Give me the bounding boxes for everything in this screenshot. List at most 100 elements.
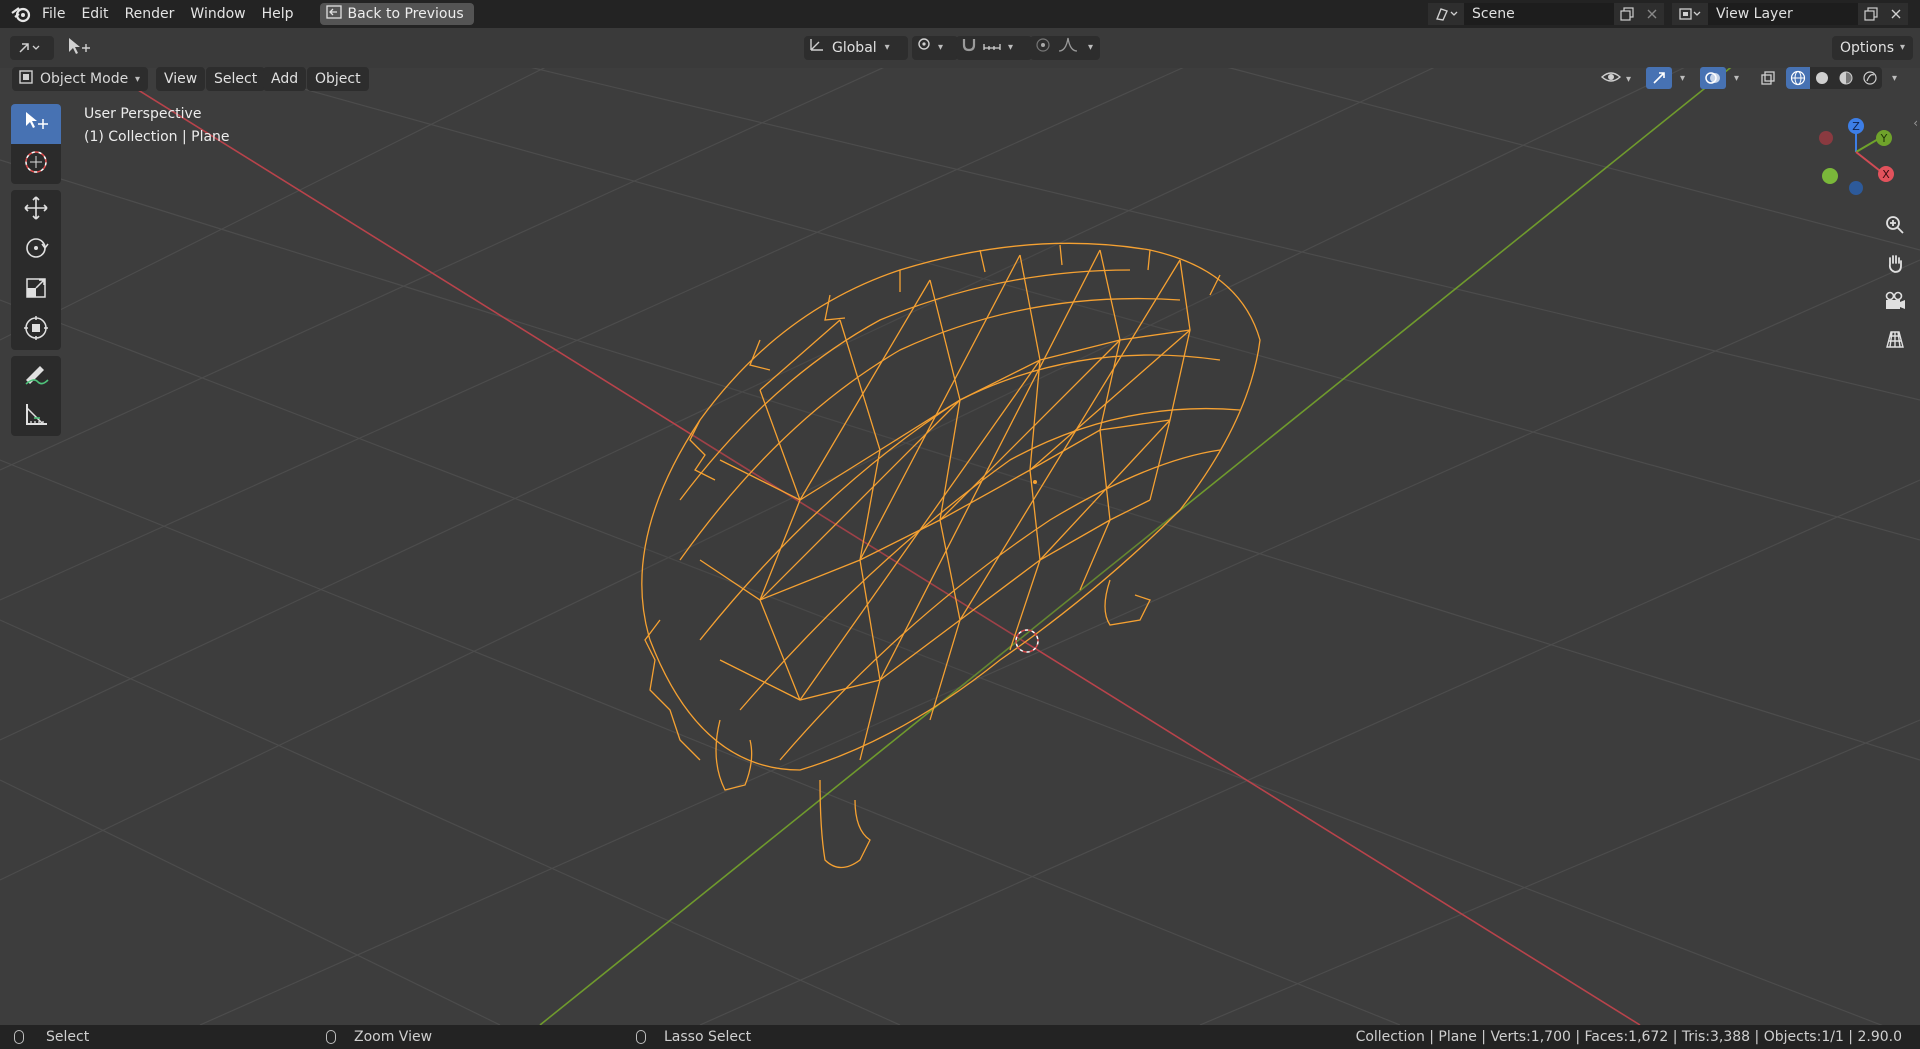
sidebar-toggle-chevron-icon[interactable]: ‹ [1913, 116, 1918, 130]
overlays-toggle[interactable]: ▾ [1700, 67, 1739, 89]
chevron-down-icon: ▾ [884, 42, 890, 53]
xray-toggle-icon[interactable] [1756, 67, 1780, 89]
mouse-middle-icon [326, 1030, 336, 1044]
status-select-hint: Select [14, 1029, 89, 1045]
chevron-down-icon: ▾ [938, 42, 944, 53]
select-box-tool[interactable] [11, 104, 61, 144]
object-mode-dropdown[interactable]: Object Mode ▾ [12, 67, 148, 91]
chevron-down-icon: ▾ [1680, 72, 1686, 84]
viewport-navigation-buttons [1880, 210, 1910, 354]
snap-magnet-icon [960, 36, 978, 60]
measure-tool[interactable] [11, 396, 61, 436]
snapping-controls[interactable]: ▾ [956, 36, 1032, 60]
material-preview-icon[interactable] [1834, 67, 1858, 89]
scene-icon[interactable] [1428, 3, 1464, 25]
menu-edit[interactable]: Edit [73, 0, 116, 28]
move-tool[interactable] [11, 190, 61, 230]
scene-statistics: Collection | Plane | Verts:1,700 | Faces… [1355, 1029, 1902, 1045]
rotate-tool[interactable] [11, 230, 61, 270]
camera-view-icon[interactable] [1880, 286, 1910, 316]
mouse-right-icon [636, 1030, 646, 1044]
pan-hand-icon[interactable] [1880, 248, 1910, 278]
visibility-dropdown[interactable]: ▾ [1600, 68, 1631, 90]
eye-icon [1600, 68, 1622, 90]
options-label: Options [1840, 40, 1895, 56]
chevron-down-icon: ▾ [1626, 73, 1632, 85]
object-mode-icon [18, 69, 34, 89]
menu-render[interactable]: Render [117, 0, 183, 28]
proportional-edit-icon [1036, 36, 1050, 60]
status-lasso-label: Lasso Select [664, 1029, 752, 1045]
scale-tool[interactable] [11, 270, 61, 310]
options-dropdown[interactable]: Options ▾ [1832, 36, 1914, 60]
transform-icon [22, 314, 50, 346]
scene-name-field[interactable]: Scene [1464, 3, 1614, 25]
viewport-canvas[interactable] [0, 0, 1920, 1049]
proportional-editing-controls[interactable]: ▾ [1030, 36, 1100, 60]
orientation-axes-icon [808, 36, 826, 60]
cursor-icon [22, 148, 50, 180]
select-box-icon [22, 110, 50, 138]
status-lasso-hint: Lasso Select [636, 1029, 751, 1045]
viewport-menu-add[interactable]: Add [263, 67, 307, 91]
scene-selector: Scene [1428, 3, 1664, 25]
left-toolbar [10, 104, 62, 436]
gizmo-neg-z-icon [1849, 181, 1863, 195]
perspective-grid-icon[interactable] [1880, 324, 1910, 354]
status-select-label: Select [46, 1029, 90, 1045]
view-layer-icon[interactable] [1672, 3, 1708, 25]
gizmo-icon [1646, 67, 1672, 89]
shading-options-chevron-icon[interactable]: ▾ [1890, 69, 1897, 85]
wireframe-shading-icon[interactable] [1786, 67, 1810, 89]
navigation-gizmo[interactable]: Z Y X [1812, 112, 1912, 202]
chevron-down-icon: ▾ [1734, 72, 1740, 84]
overlays-icon [1700, 67, 1726, 89]
pivot-point-icon [916, 36, 936, 60]
back-to-previous-button[interactable]: Back to Previous [319, 3, 474, 25]
status-bar: Select Zoom View Lasso Select Collection… [0, 1025, 1920, 1049]
mouse-left-icon [14, 1030, 24, 1044]
scale-icon [22, 274, 50, 306]
editor-type-icon[interactable] [10, 36, 54, 60]
new-scene-icon[interactable] [1614, 3, 1640, 25]
viewport-menu-view[interactable]: View [156, 67, 206, 91]
select-tool-icon[interactable] [66, 36, 92, 64]
view-layer-name-field[interactable]: View Layer [1708, 3, 1858, 25]
new-view-layer-icon[interactable] [1858, 3, 1884, 25]
rendered-shading-icon[interactable] [1858, 67, 1882, 89]
transform-tool[interactable] [11, 310, 61, 350]
chevron-down-icon: ▾ [1008, 42, 1014, 53]
pivot-point-dropdown[interactable]: ▾ [912, 36, 958, 60]
transform-orientation-dropdown[interactable]: Global ▾ [804, 36, 908, 60]
menu-help[interactable]: Help [254, 0, 302, 28]
viewport-menu-select[interactable]: Select [206, 67, 266, 91]
back-to-previous-label: Back to Previous [347, 6, 464, 22]
chevron-down-icon: ▾ [1900, 42, 1906, 53]
gizmo-z-label: Z [1852, 120, 1860, 133]
chevron-down-icon: ▾ [134, 73, 140, 85]
cursor-tool[interactable] [11, 144, 61, 184]
viewport-header: Object Mode ▾ View Select Add Object ▾ ▾… [0, 64, 1920, 94]
solid-shading-icon[interactable] [1810, 67, 1834, 89]
back-arrow-icon [325, 5, 342, 23]
gizmo-toggle[interactable]: ▾ [1646, 67, 1685, 89]
top-menu-bar: File Edit Render Window Help Back to Pre… [0, 0, 1920, 28]
menu-window[interactable]: Window [182, 0, 253, 28]
gizmo-neg-x-icon [1819, 131, 1833, 145]
annotate-tool[interactable] [11, 356, 61, 396]
view-layer-selector: View Layer [1672, 3, 1908, 25]
chevron-down-icon: ▾ [1088, 42, 1094, 53]
zoom-icon[interactable] [1880, 210, 1910, 240]
viewport-menu-object[interactable]: Object [307, 67, 369, 91]
delete-scene-icon[interactable] [1640, 3, 1664, 25]
status-zoom-hint: Zoom View [326, 1029, 432, 1045]
falloff-curve-icon [1058, 36, 1078, 60]
menu-file[interactable]: File [34, 0, 73, 28]
transform-orientation-label: Global [832, 40, 877, 56]
delete-view-layer-icon[interactable] [1884, 3, 1908, 25]
blender-logo-icon[interactable] [8, 1, 34, 27]
annotate-pencil-icon [22, 360, 50, 392]
object-mode-label: Object Mode [40, 71, 129, 87]
rotate-icon [22, 234, 50, 266]
viewport-perspective-label: User Perspective [84, 106, 202, 122]
